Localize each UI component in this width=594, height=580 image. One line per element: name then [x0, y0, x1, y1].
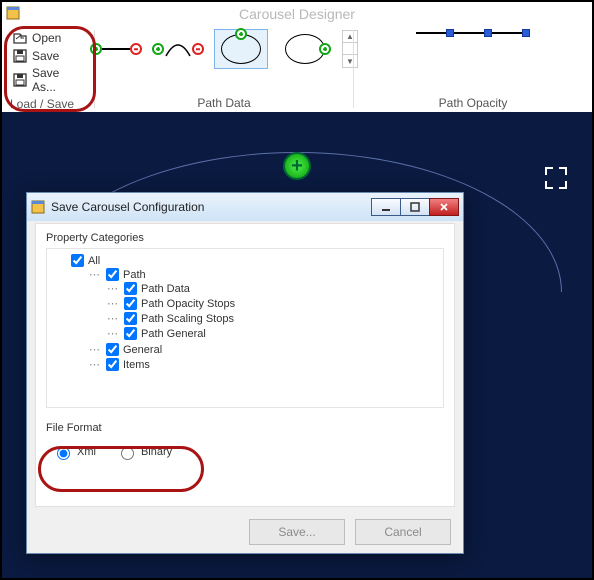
group-path-data: ▲ ▼ Path Data	[95, 26, 353, 112]
file-format-group: Xml Binary	[46, 442, 444, 462]
categories-tree[interactable]: All ⋯Path ⋯Path Data ⋯Path Opacity Stops…	[46, 248, 444, 408]
tree-item-items[interactable]: ⋯Items	[89, 358, 437, 371]
app-title: Carousel Designer	[2, 6, 592, 22]
save-config-dialog: Save Carousel Configuration Property Cat…	[26, 192, 464, 554]
file-format-label: File Format	[46, 422, 444, 434]
property-categories-label: Property Categories	[46, 232, 444, 244]
minus-icon	[192, 43, 204, 55]
plus-icon	[319, 43, 331, 55]
save-button[interactable]: Save	[10, 47, 86, 65]
opacity-slider[interactable]	[416, 29, 530, 37]
tool-line-segment[interactable]	[90, 43, 142, 55]
group-label-path-opacity: Path Opacity	[439, 96, 508, 110]
dialog-cancel-button[interactable]: Cancel	[355, 519, 451, 545]
plus-icon	[235, 28, 247, 40]
tree-item-path-data[interactable]: ⋯Path Data	[107, 282, 437, 295]
group-load-save: Open Save Save As... Load / Save	[2, 26, 94, 112]
fullscreen-icon[interactable]	[545, 167, 567, 189]
tree-item-path-scaling-stops[interactable]: ⋯Path Scaling Stops	[107, 312, 437, 325]
minimize-button[interactable]	[371, 198, 401, 216]
line-icon	[102, 48, 130, 50]
format-xml-radio[interactable]: Xml	[52, 444, 96, 460]
plus-icon	[90, 43, 102, 55]
tool-arc[interactable]	[152, 40, 204, 58]
open-button[interactable]: Open	[10, 29, 86, 47]
app-window-icon	[31, 200, 45, 214]
save-as-button[interactable]: Save As...	[10, 65, 86, 95]
ribbon: Open Save Save As... Load / Save	[2, 26, 592, 112]
tool-closed-oval-right[interactable]	[278, 29, 332, 69]
group-label-load-save: Load / Save	[10, 97, 86, 111]
minus-icon	[130, 43, 142, 55]
tree-item-path-opacity-stops[interactable]: ⋯Path Opacity Stops	[107, 297, 437, 310]
plus-icon	[152, 43, 164, 55]
save-label: Save	[32, 49, 59, 63]
slider-stop[interactable]	[446, 29, 454, 37]
slider-stop[interactable]	[522, 29, 530, 37]
dialog-titlebar[interactable]: Save Carousel Configuration	[27, 193, 463, 221]
group-path-opacity: Path Opacity	[354, 26, 592, 112]
tree-item-general[interactable]: ⋯General	[89, 343, 437, 356]
tree-item-path[interactable]: ⋯Path	[89, 268, 437, 281]
save-as-label: Save As...	[32, 66, 84, 94]
tree-item-all[interactable]: All	[71, 254, 437, 267]
group-label-path-data: Path Data	[197, 96, 250, 110]
close-button[interactable]	[429, 198, 459, 216]
dialog-title: Save Carousel Configuration	[51, 200, 204, 214]
dialog-save-button[interactable]: Save...	[249, 519, 345, 545]
slider-stop[interactable]	[484, 29, 492, 37]
dialog-body: Property Categories All ⋯Path ⋯Path Data…	[35, 223, 455, 507]
open-label: Open	[32, 31, 61, 45]
maximize-button[interactable]	[400, 198, 430, 216]
format-binary-radio[interactable]: Binary	[116, 444, 172, 460]
add-node-button[interactable]: +	[283, 152, 311, 180]
tree-item-path-general[interactable]: ⋯Path General	[107, 327, 437, 340]
tool-closed-oval-top[interactable]	[214, 29, 268, 69]
